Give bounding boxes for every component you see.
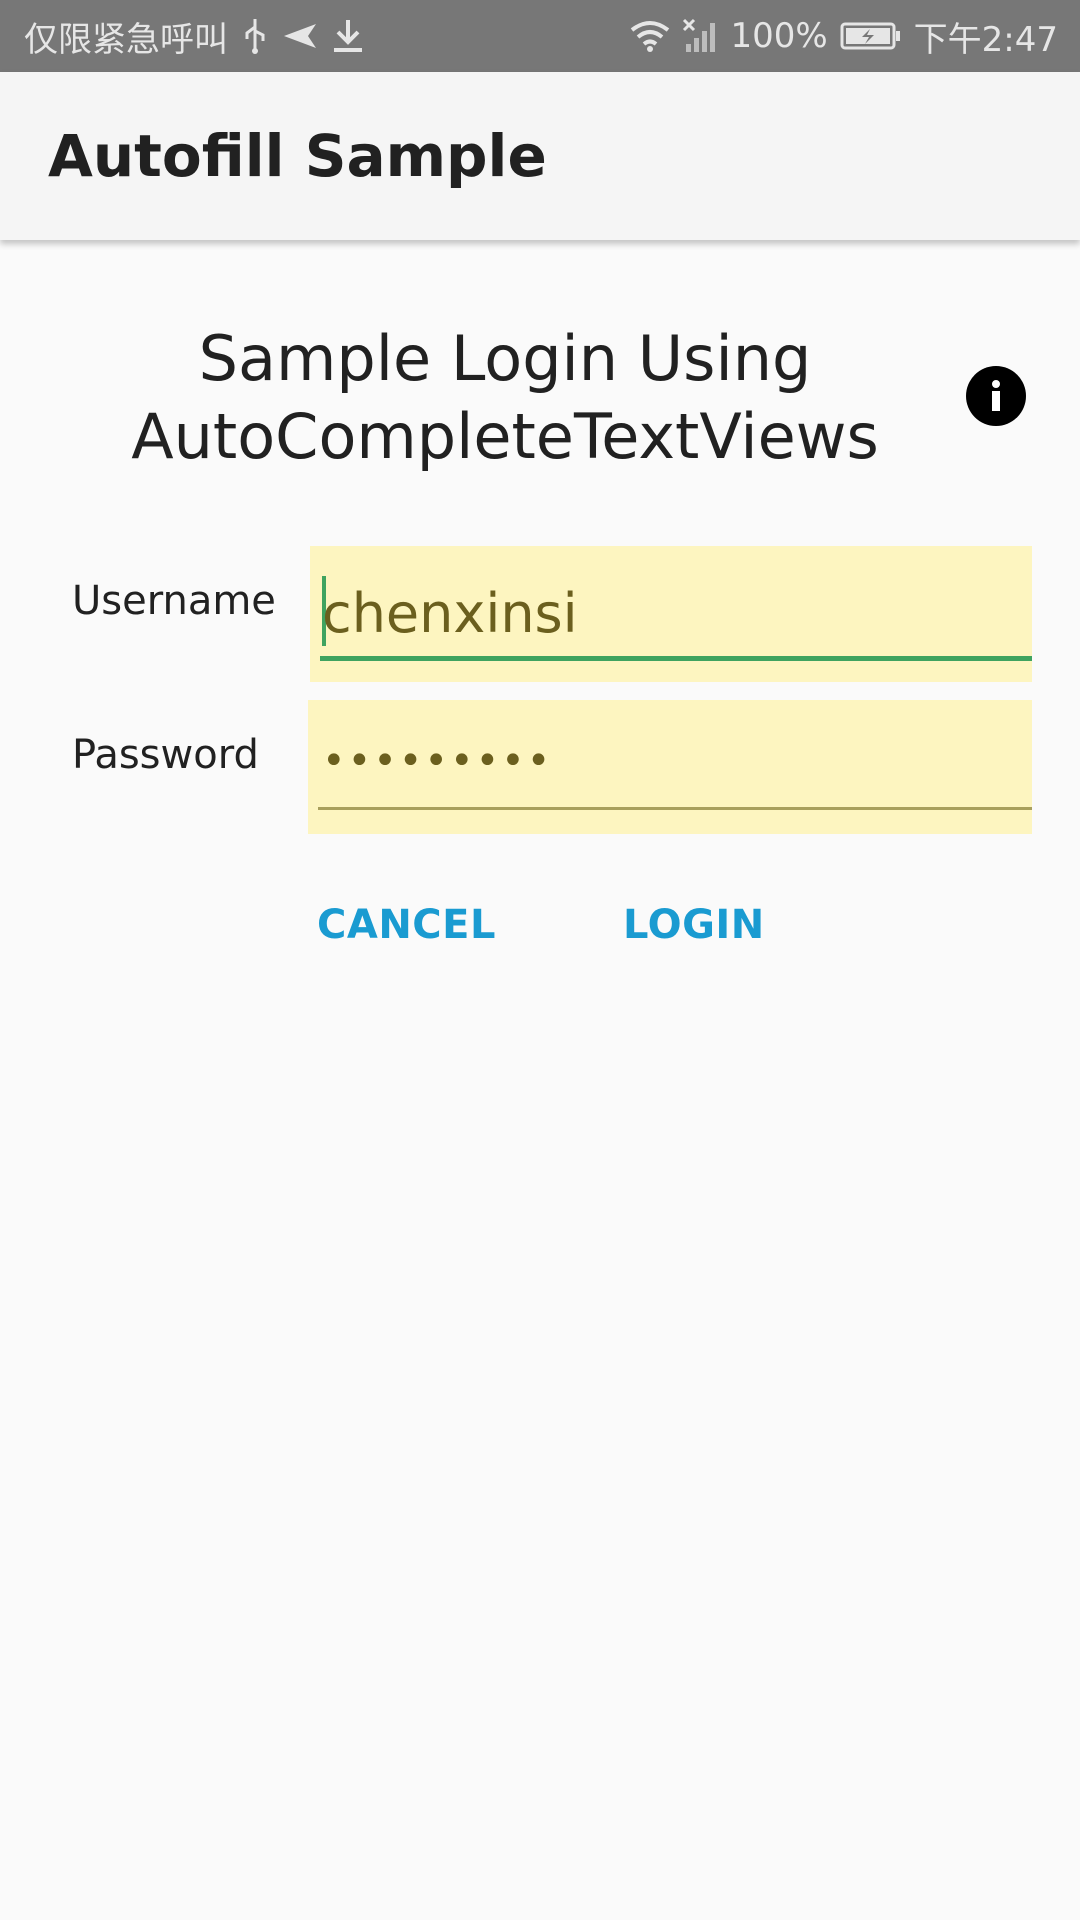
heading-line-1: Sample Login Using — [198, 322, 812, 395]
cancel-button[interactable]: CANCEL — [317, 902, 496, 948]
status-left: 仅限紧急呼叫 — [24, 0, 364, 72]
app-title: Autofill Sample — [48, 122, 547, 190]
password-label: Password — [72, 732, 259, 778]
password-field[interactable]: ••••••••• — [308, 700, 1032, 834]
battery-percent: 100% — [730, 16, 828, 56]
username-input[interactable]: chenxinsi — [322, 582, 578, 645]
carrier-text: 仅限紧急呼叫 — [24, 19, 228, 60]
status-right: 100% 下午2:47 — [630, 0, 1058, 72]
password-underline — [318, 807, 1032, 810]
app-bar: Autofill Sample — [0, 72, 1080, 240]
username-label: Username — [72, 578, 276, 624]
download-icon — [332, 18, 364, 54]
clock: 下午2:47 — [913, 19, 1058, 60]
battery-charging-icon — [840, 21, 902, 51]
login-button[interactable]: LOGIN — [623, 902, 765, 948]
wifi-icon — [630, 20, 670, 52]
heading-line-2: AutoCompleteTextViews — [131, 400, 879, 473]
username-field[interactable]: chenxinsi — [310, 546, 1032, 682]
no-signal-icon — [682, 18, 718, 54]
login-heading: Sample Login Using AutoCompleteTextViews — [100, 320, 910, 476]
username-underline — [320, 656, 1032, 661]
usb-icon — [242, 17, 268, 55]
send-icon — [282, 21, 318, 51]
info-icon[interactable] — [966, 366, 1026, 426]
password-input[interactable]: ••••••••• — [322, 738, 552, 784]
status-bar: 仅限紧急呼叫 100% 下午2:47 — [0, 0, 1080, 72]
